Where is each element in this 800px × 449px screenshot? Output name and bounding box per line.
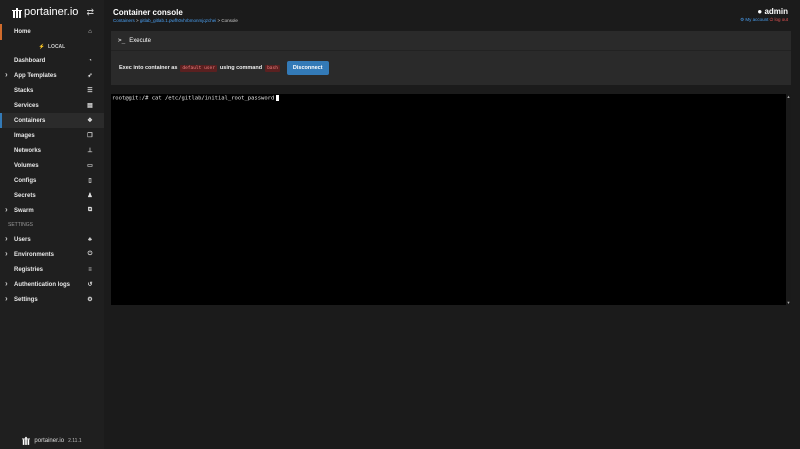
users-icon: ♣ [88,236,92,243]
page-title: Container console [113,8,183,17]
command-prefix-text: using command [219,65,263,71]
terminal-scrollbar[interactable]: ▲ ▼ [786,94,791,305]
portainer-logo-icon [12,7,22,18]
file-icon: ▯ [88,178,92,184]
history-icon: ↺ [87,282,93,288]
terminal-icon: >_ [118,37,126,44]
sidebar-item-containers[interactable]: Containers ❖ [0,113,104,128]
sidebar-item-networks[interactable]: Networks ⊥ [0,143,104,158]
user-links: ⚙ My account ⏻ log out [740,17,788,23]
terminal-command: cat /etc/gitlab/initial_root_password [151,95,275,102]
exec-command-code: bash [265,64,280,72]
sidebar-item-dashboard[interactable]: Dashboard ◔ [0,53,104,68]
services-icon: ▤ [87,103,93,109]
exec-prefix-text: Exec into container as [119,65,178,71]
sidebar: portainer.io ⇄ Home ⌂ ⚡ LOCAL Dashboard … [0,0,104,449]
user-name: ● admin [757,7,788,16]
dashboard-icon: ◔ [88,57,92,64]
sidebar-item-configs[interactable]: Configs ▯ [0,173,104,188]
version-label: 2.11.1 [68,437,82,444]
terminal-prompt: root@git:/# [112,95,152,102]
page-header: Container console Containers > gitlab_gi… [104,0,800,30]
sidebar-item-swarm[interactable]: Swarm ⧉ [0,203,104,218]
breadcrumb-containers-link[interactable]: Containers [113,18,135,23]
sidebar-item-services[interactable]: Services ▤ [0,98,104,113]
sidebar-item-volumes[interactable]: Volumes ▭ [0,158,104,173]
breadcrumb-current: Console [221,18,238,23]
portainer-logo[interactable]: portainer.io [12,6,78,18]
terminal-line: root@git:/# cat /etc/gitlab/initial_root… [112,95,280,102]
panel-header: >_ Execute [111,31,791,51]
terminal-cursor [276,95,280,101]
user-icon: ● [757,7,763,16]
log-out-link[interactable]: ⏻ log out [770,17,788,22]
sidebar-item-environments[interactable]: Environments ⏻ [0,247,104,262]
exec-info-row: Exec into container as default user usin… [119,61,329,75]
sidebar-item-secrets[interactable]: Secrets ♟ [0,188,104,203]
sidebar-item-home[interactable]: Home ⌂ [0,24,104,40]
sidebar-header: portainer.io ⇄ [0,0,104,24]
images-icon: ❐ [87,133,93,139]
breadcrumb: Containers > gitlab_gitlab.1.pwfh0vhrbmo… [113,18,238,23]
exec-user-code: default user [180,64,217,72]
database-icon: ≡ [88,266,92,273]
home-icon: ⌂ [88,29,92,35]
stacks-icon: ☰ [87,88,93,94]
panel-title: Execute [129,37,151,44]
plug-icon: ⚡ [38,43,45,50]
execute-panel: >_ Execute Exec into container as defaul… [111,31,791,85]
object-group-icon: ⧉ [87,207,93,213]
sidebar-item-app-templates[interactable]: App Templates ➶ [0,68,104,83]
user-secret-icon: ♟ [87,193,93,199]
settings-section-label: SETTINGS [8,222,34,228]
sidebar-item-images[interactable]: Images ❐ [0,128,104,143]
disconnect-button[interactable]: Disconnect [286,61,329,75]
sidebar-item-stacks[interactable]: Stacks ☰ [0,83,104,98]
footer-brand: portainer.io [34,437,65,444]
plug-icon: ⏻ [87,251,93,257]
breadcrumb-container-link[interactable]: gitlab_gitlab.1.pwfh0vhrbmonmjqzchei [140,18,216,23]
cubes-icon: ❖ [87,118,93,124]
environment-label: ⚡ LOCAL [38,43,66,50]
portainer-footer-logo-icon [22,436,31,445]
sidebar-item-settings[interactable]: Settings ⚙ [0,292,104,307]
sidebar-footer: portainer.io 2.11.1 [0,436,104,445]
sitemap-icon: ⊥ [87,148,93,154]
cogs-icon: ⚙ [87,297,93,303]
terminal-console[interactable]: root@git:/# cat /etc/gitlab/initial_root… [111,94,791,305]
scroll-up-arrow-icon[interactable]: ▲ [786,94,791,99]
hdd-icon: ▭ [87,163,93,169]
sidebar-item-authentication-logs[interactable]: Authentication logs ↺ [0,277,104,292]
rocket-icon: ➶ [87,73,93,79]
sidebar-item-label: Home [14,29,31,35]
sidebar-item-users[interactable]: Users ♣ [0,232,104,247]
exchange-icon[interactable]: ⇄ [86,7,94,18]
my-account-link[interactable]: ⚙ My account [740,17,768,22]
sidebar-item-registries[interactable]: Registries ≡ [0,262,104,277]
scroll-down-arrow-icon[interactable]: ▼ [786,300,791,305]
user-area: ● admin ⚙ My account ⏻ log out [740,7,788,23]
brand-name: portainer.io [24,6,79,18]
